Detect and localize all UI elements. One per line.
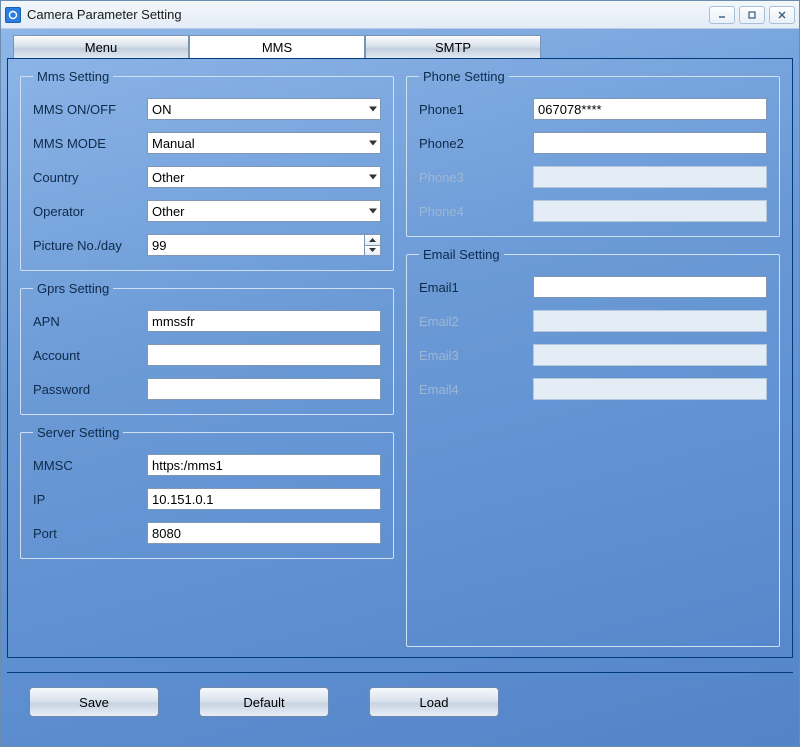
maximize-button[interactable] bbox=[739, 6, 765, 24]
select-operator[interactable]: Other bbox=[147, 200, 381, 222]
tab-mms[interactable]: MMS bbox=[189, 35, 365, 59]
label-phone2: Phone2 bbox=[419, 136, 533, 151]
select-country[interactable]: Other bbox=[147, 166, 381, 188]
group-server-setting: Server Setting MMSC IP Port bbox=[20, 425, 394, 559]
label-mms-mode: MMS MODE bbox=[33, 136, 147, 151]
input-email4 bbox=[533, 378, 767, 400]
label-apn: APN bbox=[33, 314, 147, 329]
tab-strip: Menu MMS SMTP bbox=[13, 35, 793, 59]
label-port: Port bbox=[33, 526, 147, 541]
titlebar: Camera Parameter Setting bbox=[1, 1, 799, 29]
close-button[interactable] bbox=[769, 6, 795, 24]
minimize-button[interactable] bbox=[709, 6, 735, 24]
label-picture-no: Picture No./day bbox=[33, 238, 147, 253]
input-phone3 bbox=[533, 166, 767, 188]
label-password: Password bbox=[33, 382, 147, 397]
separator bbox=[7, 672, 793, 673]
group-mms-setting: Mms Setting MMS ON/OFF ON MMS MODE bbox=[20, 69, 394, 271]
group-gprs-setting: Gprs Setting APN Account Password bbox=[20, 281, 394, 415]
spinner-down-button[interactable] bbox=[364, 245, 381, 257]
input-phone1[interactable] bbox=[533, 98, 767, 120]
input-email1[interactable] bbox=[533, 276, 767, 298]
label-country: Country bbox=[33, 170, 147, 185]
footer-buttons: Save Default Load bbox=[7, 683, 793, 717]
save-button[interactable]: Save bbox=[29, 687, 159, 717]
label-phone4: Phone4 bbox=[419, 204, 533, 219]
legend-mms-setting: Mms Setting bbox=[33, 69, 113, 84]
spinner-up-button[interactable] bbox=[364, 234, 381, 245]
legend-phone-setting: Phone Setting bbox=[419, 69, 509, 84]
input-ip[interactable] bbox=[147, 488, 381, 510]
client-area: Menu MMS SMTP Mms Setting MMS ON/OFF ON bbox=[1, 29, 799, 746]
tab-smtp[interactable]: SMTP bbox=[365, 35, 541, 59]
tab-panel-mms: Mms Setting MMS ON/OFF ON MMS MODE bbox=[7, 58, 793, 658]
input-email3 bbox=[533, 344, 767, 366]
label-email1: Email1 bbox=[419, 280, 533, 295]
label-email4: Email4 bbox=[419, 382, 533, 397]
input-picture-no[interactable] bbox=[147, 234, 364, 256]
select-mms-mode[interactable]: Manual bbox=[147, 132, 381, 154]
group-email-setting: Email Setting Email1 Email2 Email3 bbox=[406, 247, 780, 647]
input-password[interactable] bbox=[147, 378, 381, 400]
tab-menu[interactable]: Menu bbox=[13, 35, 189, 59]
label-email3: Email3 bbox=[419, 348, 533, 363]
app-icon bbox=[5, 7, 21, 23]
label-operator: Operator bbox=[33, 204, 147, 219]
select-mms-onoff[interactable]: ON bbox=[147, 98, 381, 120]
label-ip: IP bbox=[33, 492, 147, 507]
input-phone2[interactable] bbox=[533, 132, 767, 154]
input-account[interactable] bbox=[147, 344, 381, 366]
label-email2: Email2 bbox=[419, 314, 533, 329]
legend-gprs-setting: Gprs Setting bbox=[33, 281, 113, 296]
default-button[interactable]: Default bbox=[199, 687, 329, 717]
load-button[interactable]: Load bbox=[369, 687, 499, 717]
input-apn[interactable] bbox=[147, 310, 381, 332]
legend-server-setting: Server Setting bbox=[33, 425, 123, 440]
label-account: Account bbox=[33, 348, 147, 363]
group-phone-setting: Phone Setting Phone1 Phone2 Phone3 bbox=[406, 69, 780, 237]
label-mms-onoff: MMS ON/OFF bbox=[33, 102, 147, 117]
input-mmsc[interactable] bbox=[147, 454, 381, 476]
input-email2 bbox=[533, 310, 767, 332]
input-port[interactable] bbox=[147, 522, 381, 544]
window-title: Camera Parameter Setting bbox=[27, 7, 709, 22]
label-mmsc: MMSC bbox=[33, 458, 147, 473]
legend-email-setting: Email Setting bbox=[419, 247, 504, 262]
label-phone3: Phone3 bbox=[419, 170, 533, 185]
input-phone4 bbox=[533, 200, 767, 222]
app-window: Camera Parameter Setting Menu MMS SMTP M… bbox=[0, 0, 800, 747]
label-phone1: Phone1 bbox=[419, 102, 533, 117]
